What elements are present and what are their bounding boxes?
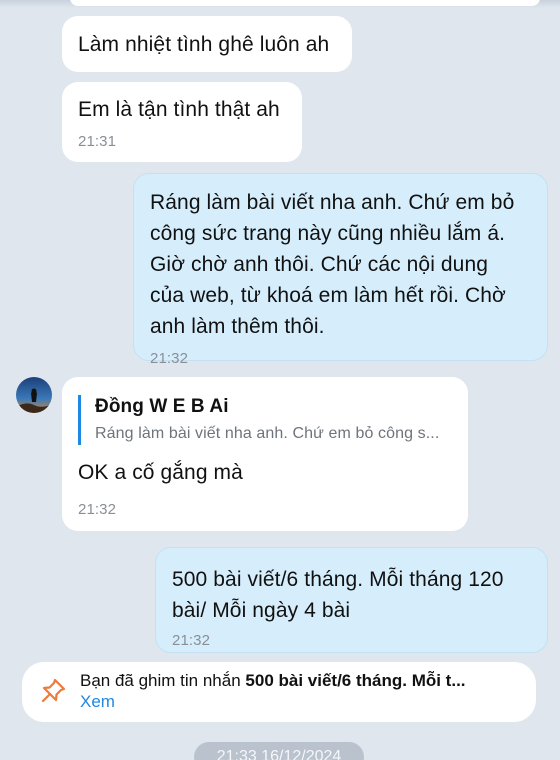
previous-message-edge	[70, 0, 540, 6]
view-pinned-link[interactable]: Xem	[80, 692, 522, 712]
message-text: Ráng làm bài viết nha anh. Chứ em bỏ côn…	[150, 191, 515, 338]
reply-quote[interactable]: Đồng W E B Ai Ráng làm bài viết nha anh.…	[78, 395, 452, 445]
quote-author: Đồng W E B Ai	[95, 396, 229, 417]
message-text: 500 bài viết/6 tháng. Mỗi tháng 120 bài/…	[172, 568, 504, 622]
date-chip: 21:33 16/12/2024	[194, 742, 364, 760]
message-text: OK a cố gắng mà	[78, 461, 243, 484]
quote-text: Ráng làm bài viết nha anh. Chứ em bỏ côn…	[95, 425, 440, 442]
pinned-prefix: Bạn đã ghim tin nhắn	[80, 671, 246, 690]
pinned-text: Bạn đã ghim tin nhắn 500 bài viết/6 thán…	[80, 670, 522, 692]
message-outgoing[interactable]: 500 bài viết/6 tháng. Mỗi tháng 120 bài/…	[155, 547, 548, 653]
message-time: 21:32	[78, 501, 117, 518]
pin-icon	[41, 678, 66, 703]
message-time: 21:32	[172, 632, 211, 649]
message-outgoing[interactable]: Ráng làm bài viết nha anh. Chứ em bỏ côn…	[133, 173, 548, 367]
message-text: Làm nhiệt tình ghê luôn ah	[78, 33, 330, 56]
message-incoming[interactable]: Làm nhiệt tình ghê luôn ah	[62, 16, 352, 72]
message-time: 21:32	[150, 350, 189, 367]
avatar[interactable]	[16, 377, 52, 413]
pinned-message-notice[interactable]: Bạn đã ghim tin nhắn 500 bài viết/6 thán…	[22, 662, 536, 722]
message-incoming[interactable]: Em là tận tình thật ah 21:31	[62, 82, 302, 162]
message-text: Em là tận tình thật ah	[78, 98, 280, 121]
pinned-message-preview: 500 bài viết/6 tháng. Mỗi t...	[245, 671, 466, 690]
message-incoming-reply[interactable]: Đồng W E B Ai Ráng làm bài viết nha anh.…	[62, 377, 468, 531]
message-time: 21:31	[78, 133, 117, 150]
